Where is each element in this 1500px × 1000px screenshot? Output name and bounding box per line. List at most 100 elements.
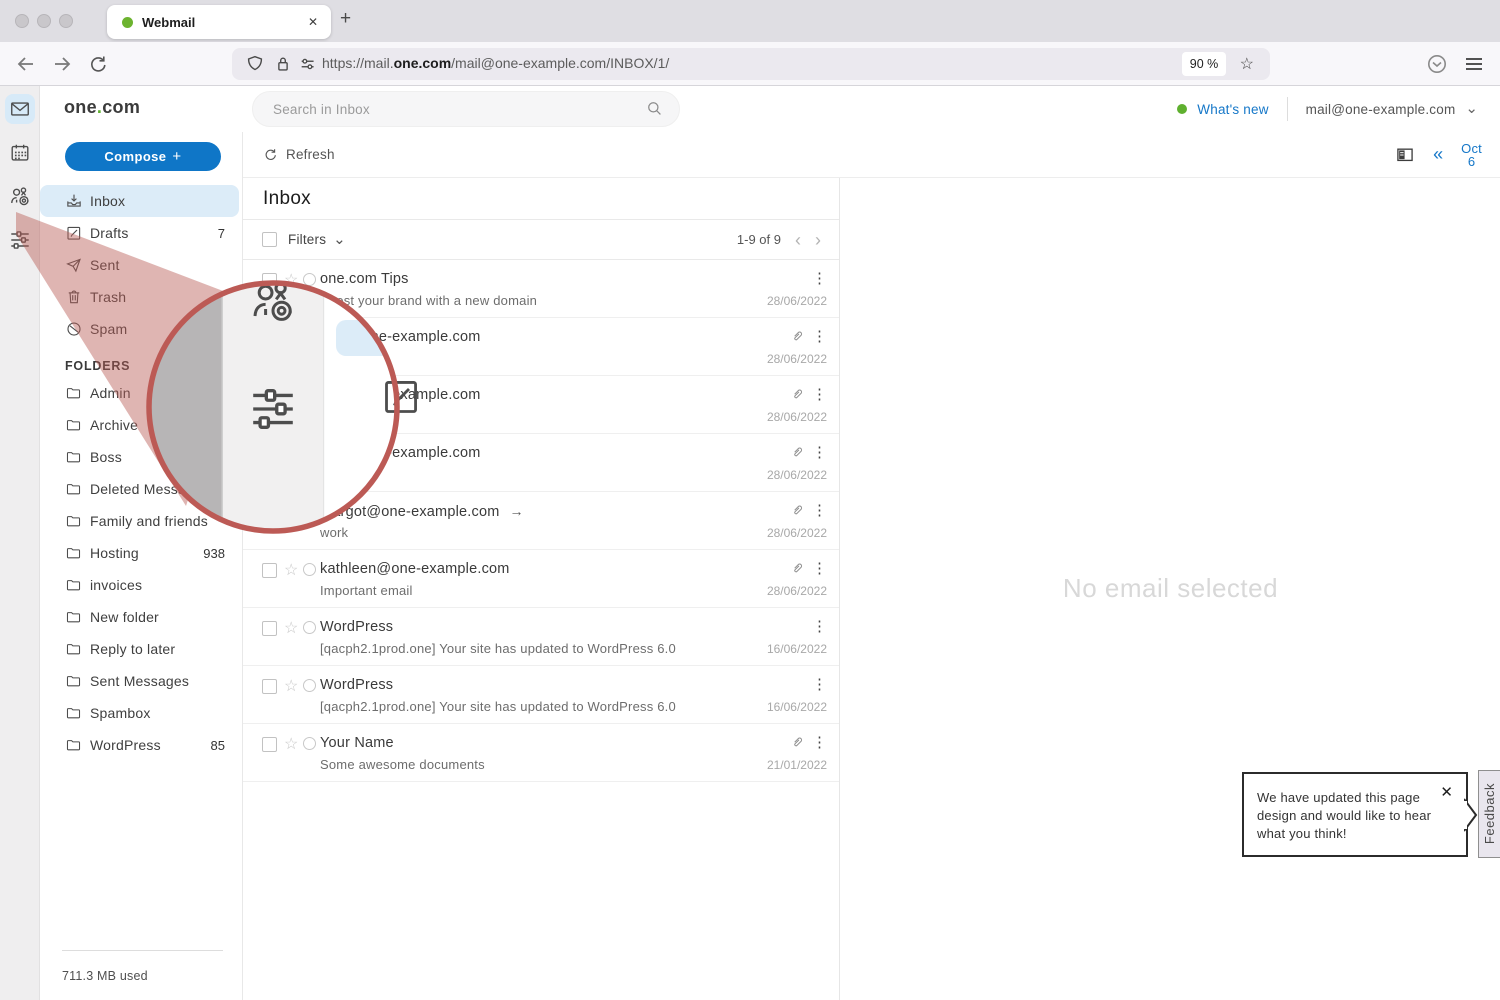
email-checkbox[interactable] bbox=[262, 505, 277, 520]
email-checkbox[interactable] bbox=[262, 331, 277, 346]
email-row[interactable]: ☆ one.com Tips Boost your brand with a n… bbox=[243, 260, 839, 318]
lock-icon[interactable] bbox=[272, 53, 294, 75]
sidebar-item-drafts[interactable]: Drafts7 bbox=[40, 217, 243, 249]
sidebar-folder-invoices[interactable]: invoices bbox=[40, 569, 243, 601]
sidebar-folder-deleted-messages[interactable]: Deleted Messages bbox=[40, 473, 243, 505]
compose-button[interactable]: Compose+ bbox=[65, 142, 221, 171]
unread-indicator[interactable] bbox=[303, 505, 316, 518]
email-row[interactable]: ☆ mail@one-example.com ⋮ 28/06/2022 bbox=[243, 318, 839, 376]
next-page-icon[interactable]: › bbox=[815, 233, 821, 247]
storage-divider bbox=[62, 950, 223, 951]
chevron-down-icon[interactable]: ⌄ bbox=[333, 235, 346, 245]
sidebar-folder-hosting[interactable]: Hosting938 bbox=[40, 537, 243, 569]
email-row[interactable]: ☆ WordPress [qacph2.1prod.one] Your site… bbox=[243, 666, 839, 724]
email-row[interactable]: ☆ margot@one-example.com→ work ⋮ 28/06/2… bbox=[243, 492, 839, 550]
rail-calendar-button[interactable] bbox=[5, 138, 35, 168]
star-icon[interactable]: ☆ bbox=[284, 676, 298, 696]
reading-pane-icon[interactable] bbox=[1395, 145, 1415, 165]
kebab-menu-icon[interactable]: ⋮ bbox=[812, 675, 827, 693]
sidebar-folder-sent-messages[interactable]: Sent Messages bbox=[40, 665, 243, 697]
kebab-menu-icon[interactable]: ⋮ bbox=[812, 269, 827, 287]
browser-tab[interactable]: Webmail ✕ bbox=[107, 5, 331, 39]
refresh-button[interactable]: Refresh bbox=[262, 146, 335, 163]
unread-indicator[interactable] bbox=[303, 331, 316, 344]
email-checkbox[interactable] bbox=[262, 679, 277, 694]
email-checkbox[interactable] bbox=[262, 563, 277, 578]
select-all-checkbox[interactable] bbox=[262, 232, 277, 247]
sidebar-item-inbox[interactable]: Inbox bbox=[40, 185, 239, 217]
unread-indicator[interactable] bbox=[303, 389, 316, 402]
email-row[interactable]: ☆ WordPress [qacph2.1prod.one] Your site… bbox=[243, 608, 839, 666]
rail-contacts-button[interactable] bbox=[5, 182, 35, 212]
email-row[interactable]: ☆ mail@one-example.com ⋮ 28/06/2022 bbox=[243, 434, 839, 492]
unread-indicator[interactable] bbox=[303, 447, 316, 460]
sidebar-folder-archive[interactable]: Archive bbox=[40, 409, 243, 441]
permissions-icon[interactable] bbox=[298, 53, 320, 75]
new-tab-button[interactable]: + bbox=[340, 8, 351, 30]
kebab-menu-icon[interactable]: ⋮ bbox=[812, 501, 827, 519]
unread-indicator[interactable] bbox=[303, 273, 316, 286]
kebab-menu-icon[interactable]: ⋮ bbox=[812, 617, 827, 635]
kebab-menu-icon[interactable]: ⋮ bbox=[812, 385, 827, 403]
email-checkbox[interactable] bbox=[262, 273, 277, 288]
star-icon[interactable]: ☆ bbox=[284, 386, 298, 406]
email-checkbox[interactable] bbox=[262, 621, 277, 636]
window-minimize-button[interactable] bbox=[37, 14, 51, 28]
unread-indicator[interactable] bbox=[303, 679, 316, 692]
chevron-down-icon[interactable]: ⌄ bbox=[1465, 104, 1478, 114]
feedback-tab[interactable]: Feedback bbox=[1478, 770, 1500, 858]
shield-icon[interactable] bbox=[244, 53, 266, 75]
sidebar-folder-boss[interactable]: Boss bbox=[40, 441, 243, 473]
kebab-menu-icon[interactable]: ⋮ bbox=[812, 733, 827, 751]
sidebar-folder-admin[interactable]: Admin bbox=[40, 377, 243, 409]
date-picker[interactable]: Oct 6 bbox=[1461, 142, 1482, 168]
forward-icon[interactable] bbox=[50, 52, 74, 76]
sidebar-folder-spambox[interactable]: Spambox bbox=[40, 697, 243, 729]
sidebar-item-sent[interactable]: Sent bbox=[40, 249, 243, 281]
search-input[interactable]: Search in Inbox bbox=[252, 91, 680, 127]
star-icon[interactable]: ☆ bbox=[284, 270, 298, 290]
rail-settings-button[interactable] bbox=[5, 225, 35, 255]
rail-mail-button[interactable] bbox=[5, 94, 35, 124]
collapse-pane-icon[interactable]: « bbox=[1433, 144, 1443, 165]
prev-page-icon[interactable]: ‹ bbox=[795, 233, 801, 247]
whats-new-link[interactable]: What's new bbox=[1197, 102, 1268, 117]
sidebar-folder-wordpress[interactable]: WordPress85 bbox=[40, 729, 243, 761]
sidebar-folder-family-and-friends[interactable]: Family and friends bbox=[40, 505, 243, 537]
unread-indicator[interactable] bbox=[303, 563, 316, 576]
sidebar-folder-new-folder[interactable]: New folder bbox=[40, 601, 243, 633]
email-checkbox[interactable] bbox=[262, 737, 277, 752]
kebab-menu-icon[interactable]: ⋮ bbox=[812, 327, 827, 345]
address-bar[interactable]: https://mail.one.com/mail@one-example.co… bbox=[232, 48, 1270, 80]
kebab-menu-icon[interactable]: ⋮ bbox=[812, 443, 827, 461]
window-zoom-button[interactable] bbox=[59, 14, 73, 28]
sidebar-item-trash[interactable]: Trash bbox=[40, 281, 243, 313]
sidebar-folder-reply-to-later[interactable]: Reply to later bbox=[40, 633, 243, 665]
kebab-menu-icon[interactable]: ⋮ bbox=[812, 559, 827, 577]
email-checkbox[interactable] bbox=[262, 447, 277, 462]
menu-icon[interactable] bbox=[1462, 52, 1486, 76]
filters-button[interactable]: Filters bbox=[288, 232, 326, 247]
account-email[interactable]: mail@one-example.com bbox=[1306, 102, 1456, 117]
unread-indicator[interactable] bbox=[303, 737, 316, 750]
email-row[interactable]: ☆ kathleen@one-example.com Important ema… bbox=[243, 550, 839, 608]
window-close-button[interactable] bbox=[15, 14, 29, 28]
star-icon[interactable]: ☆ bbox=[284, 502, 298, 522]
email-checkbox[interactable] bbox=[262, 389, 277, 404]
bookmark-star-icon[interactable]: ☆ bbox=[1240, 54, 1254, 74]
close-icon[interactable]: ✕ bbox=[1440, 783, 1453, 801]
unread-indicator[interactable] bbox=[303, 621, 316, 634]
star-icon[interactable]: ☆ bbox=[284, 618, 298, 638]
zoom-level-indicator[interactable]: 90 % bbox=[1182, 52, 1226, 76]
star-icon[interactable]: ☆ bbox=[284, 328, 298, 348]
reload-icon[interactable] bbox=[86, 52, 110, 76]
email-row[interactable]: ☆ mail@one-example.com ⋮ 28/06/2022 bbox=[243, 376, 839, 434]
star-icon[interactable]: ☆ bbox=[284, 560, 298, 580]
email-row[interactable]: ☆ Your Name Some awesome documents ⋮ 21/… bbox=[243, 724, 839, 782]
star-icon[interactable]: ☆ bbox=[284, 734, 298, 754]
sidebar-item-spam[interactable]: Spam bbox=[40, 313, 243, 345]
back-icon[interactable] bbox=[14, 52, 38, 76]
star-icon[interactable]: ☆ bbox=[284, 444, 298, 464]
tab-close-icon[interactable]: ✕ bbox=[308, 15, 318, 29]
pocket-icon[interactable] bbox=[1425, 52, 1449, 76]
